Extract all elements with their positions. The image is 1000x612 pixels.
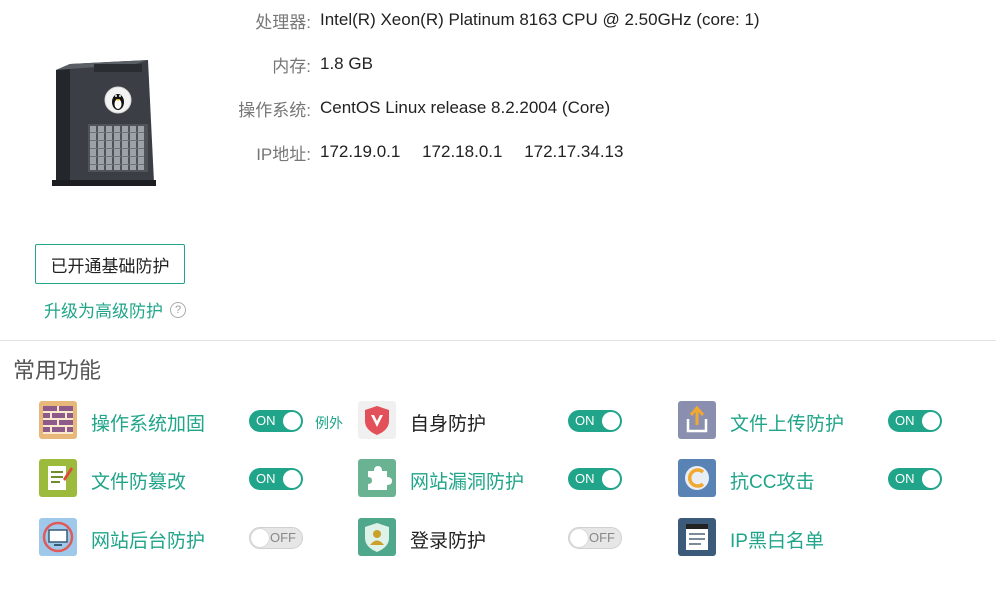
feature-label[interactable]: 自身防护 [410, 409, 486, 436]
feature-label[interactable]: IP黑白名单 [730, 526, 824, 553]
upgrade-protection-link[interactable]: 升级为高级防护 ? [44, 297, 186, 322]
ip-list: 172.19.0.1 172.18.0.1 172.17.34.13 [311, 142, 640, 162]
feature-self-protection: 自身防护 ON [358, 401, 628, 441]
puzzle-icon [358, 459, 396, 497]
feature-label[interactable]: 登录防护 [410, 526, 486, 553]
toggle-knob [922, 412, 940, 430]
ip-label: IP地址: [256, 144, 311, 164]
self-protection-toggle[interactable]: ON [568, 410, 622, 432]
feature-label[interactable]: 网站漏洞防护 [410, 467, 524, 494]
cc-shield-icon [678, 459, 716, 497]
memory-label: 内存: [272, 56, 311, 76]
tamper-proof-toggle[interactable]: ON [249, 468, 303, 490]
toggle-state: ON [256, 471, 276, 486]
feature-label[interactable]: 网站后台防护 [91, 526, 205, 553]
feature-upload-protection: 文件上传防护 ON [678, 401, 948, 441]
login-protection-toggle[interactable]: OFF [568, 527, 622, 549]
feature-tamper-proof: 文件防篡改 ON [39, 459, 309, 499]
anti-cc-toggle[interactable]: ON [888, 468, 942, 490]
os-hardening-toggle[interactable]: ON [249, 410, 303, 432]
help-icon[interactable]: ? [170, 301, 186, 318]
toggle-knob [602, 412, 620, 430]
os-label: 操作系统: [238, 100, 311, 120]
toggle-knob [570, 529, 588, 547]
cpu-value: Intel(R) Xeon(R) Platinum 8163 CPU @ 2.5… [320, 10, 760, 29]
file-edit-icon [39, 459, 77, 497]
ip-row: IP地址: 172.19.0.1 172.18.0.1 172.17.34.13 [200, 140, 640, 164]
memory-row: 内存: 1.8 GB [200, 52, 373, 76]
divider [0, 340, 996, 341]
toggle-knob [283, 412, 301, 430]
ip-address: 172.19.0.1 [320, 142, 401, 161]
ip-address: 172.17.34.13 [524, 142, 624, 161]
cpu-label: 处理器: [255, 12, 311, 32]
feature-login-protection: 登录防护 OFF [358, 518, 628, 558]
admin-protection-toggle[interactable]: OFF [249, 527, 303, 549]
shield-v-icon [358, 401, 396, 439]
feature-os-hardening: 操作系统加固 ON 例外 [39, 401, 359, 441]
os-row: 操作系统: CentOS Linux release 8.2.2004 (Cor… [200, 96, 610, 120]
basic-protection-button[interactable]: 已开通基础防护 [35, 244, 185, 284]
cpu-row: 处理器: Intel(R) Xeon(R) Platinum 8163 CPU … [200, 8, 760, 32]
monitor-icon [39, 518, 77, 556]
user-shield-icon [358, 518, 396, 556]
toggle-knob [602, 470, 620, 488]
feature-anti-cc: 抗CC攻击 ON [678, 459, 948, 499]
feature-label[interactable]: 抗CC攻击 [730, 467, 814, 494]
upload-icon [678, 401, 716, 439]
toggle-knob [251, 529, 269, 547]
feature-vulnerability-protection: 网站漏洞防护 ON [358, 459, 628, 499]
toggle-state: OFF [270, 530, 296, 545]
features-title: 常用功能 [13, 358, 102, 383]
exception-link[interactable]: 例外 [315, 413, 343, 433]
upload-protection-toggle[interactable]: ON [888, 410, 942, 432]
feature-label[interactable]: 操作系统加固 [91, 409, 205, 436]
vulnerability-protection-toggle[interactable]: ON [568, 468, 622, 490]
feature-label[interactable]: 文件防篡改 [91, 467, 186, 494]
toggle-state: OFF [589, 530, 615, 545]
memory-value: 1.8 GB [320, 54, 373, 73]
toggle-state: ON [895, 413, 915, 428]
toggle-state: ON [575, 413, 595, 428]
toggle-state: ON [256, 413, 276, 428]
list-icon [678, 518, 716, 556]
feature-admin-protection: 网站后台防护 OFF [39, 518, 309, 558]
toggle-state: ON [575, 471, 595, 486]
toggle-state: ON [895, 471, 915, 486]
brick-wall-icon [39, 401, 77, 439]
feature-label[interactable]: 文件上传防护 [730, 409, 844, 436]
toggle-knob [922, 470, 940, 488]
os-value: CentOS Linux release 8.2.2004 (Core) [320, 98, 611, 117]
toggle-knob [283, 470, 301, 488]
upgrade-label[interactable]: 升级为高级防护 [44, 297, 163, 322]
ip-address: 172.18.0.1 [422, 142, 503, 161]
server-image [48, 58, 160, 190]
feature-ip-blacklist: IP黑白名单 [678, 518, 948, 558]
